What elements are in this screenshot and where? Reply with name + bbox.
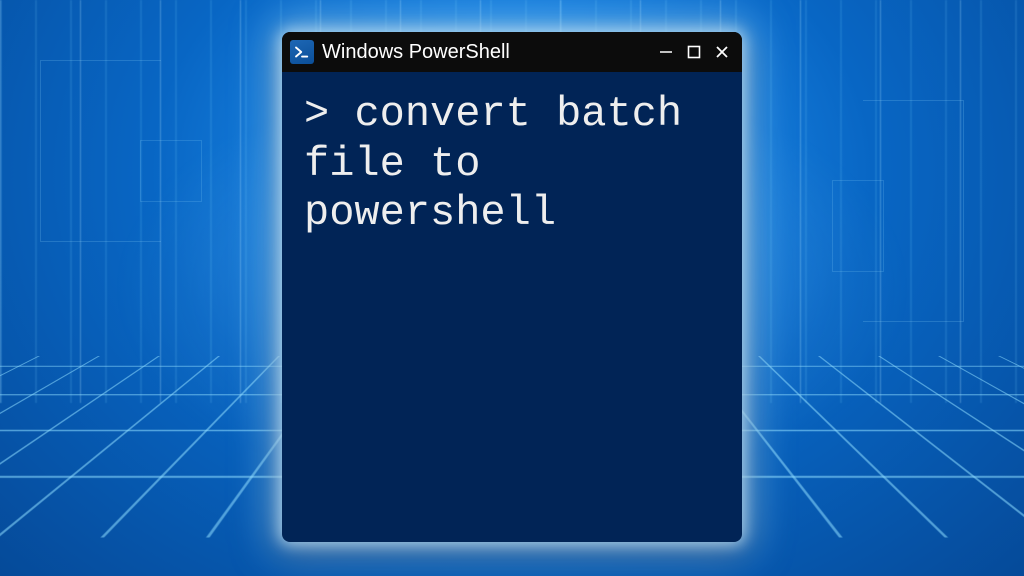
minimize-button[interactable] bbox=[658, 40, 674, 64]
maximize-button[interactable] bbox=[686, 40, 702, 64]
powershell-icon bbox=[290, 40, 314, 64]
terminal-content[interactable]: > convert batch file to powershell bbox=[282, 72, 742, 542]
window-title: Windows PowerShell bbox=[322, 41, 650, 64]
close-button[interactable] bbox=[714, 40, 730, 64]
prompt-symbol: > bbox=[304, 90, 329, 138]
powershell-window: Windows PowerShell > convert batch file … bbox=[282, 32, 742, 542]
window-controls bbox=[658, 40, 732, 64]
window-titlebar[interactable]: Windows PowerShell bbox=[282, 32, 742, 72]
command-text: convert batch file to powershell bbox=[304, 90, 707, 237]
